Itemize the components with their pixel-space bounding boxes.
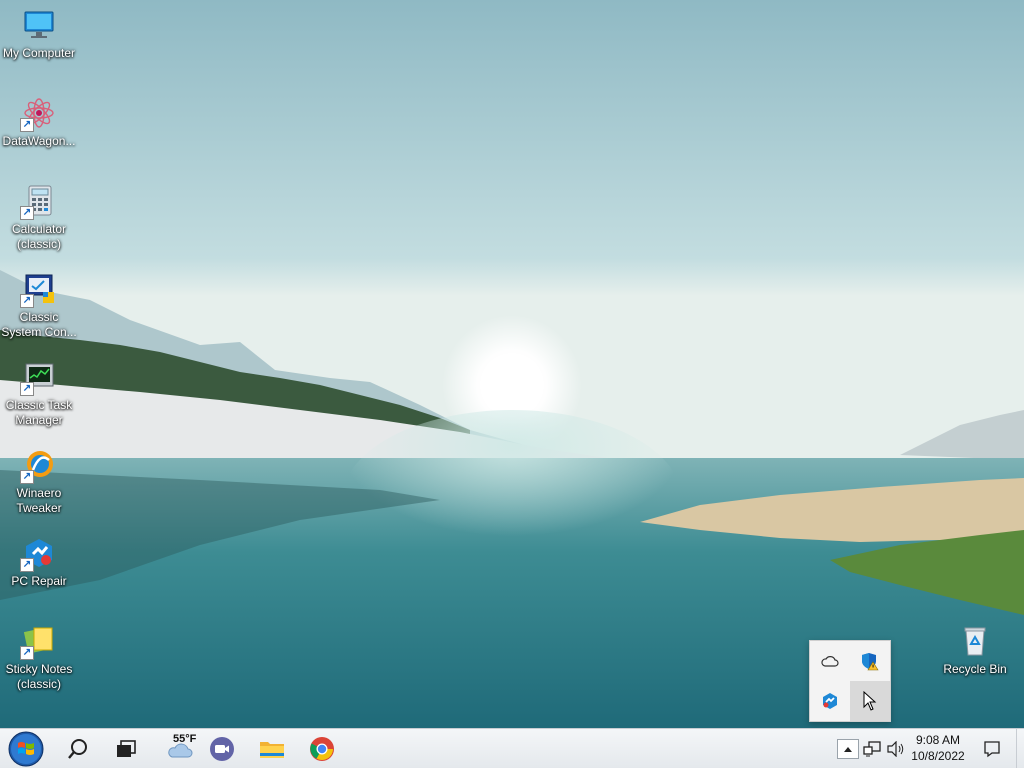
tray-item-hovered-slot[interactable] — [850, 681, 890, 721]
tray-overflow-popup — [809, 640, 891, 722]
shortcut-arrow-icon: ↗ — [20, 294, 34, 308]
start-button[interactable] — [2, 729, 50, 768]
shortcut-arrow-icon: ↗ — [20, 646, 34, 660]
tray-item-repair-app[interactable] — [810, 681, 850, 721]
search-icon — [68, 739, 87, 759]
desktop-icon-task-manager[interactable]: ↗ Classic Task Manager — [0, 360, 78, 428]
taskbar: 55°F 9:08 AM 10/8/2022 — [0, 728, 1024, 768]
taskbar-app-file-explorer[interactable] — [248, 729, 296, 768]
search-button[interactable] — [54, 729, 102, 768]
task-view-button[interactable] — [102, 729, 150, 768]
notification-icon — [984, 741, 1000, 758]
desktop-icon-recycle-bin[interactable]: Recycle Bin — [936, 624, 1014, 677]
desktop-icon-system-config[interactable]: ↗ Classic System Con... — [0, 272, 78, 340]
desktop-icon-winaero-tweaker[interactable]: ↗ Winaero Tweaker — [0, 448, 78, 516]
chrome-icon — [310, 737, 334, 761]
desktop-icon-sticky-notes[interactable]: ↗ Sticky Notes (classic) — [0, 624, 78, 692]
desktop-icon-label: Sticky Notes (classic) — [5, 662, 73, 691]
repair-app-icon — [823, 693, 837, 709]
clock-date: 10/8/2022 — [911, 749, 965, 763]
desktop-icon-label: My Computer — [2, 46, 76, 60]
desktop-icon-label: Classic System Con... — [1, 310, 77, 339]
task-view-icon — [117, 740, 136, 757]
recycle-bin-icon — [958, 624, 992, 658]
volume-icon — [887, 741, 904, 757]
chevron-up-icon — [844, 746, 852, 752]
desktop-icon-calculator[interactable]: ↗ Calculator (classic) — [0, 184, 78, 252]
video-meeting-icon — [210, 737, 234, 761]
desktop-icon-label: Calculator (classic) — [11, 222, 67, 251]
tray-volume[interactable] — [884, 729, 908, 768]
show-desktop-button[interactable] — [1016, 729, 1024, 768]
tray-item-security[interactable] — [850, 641, 890, 681]
desktop-icon-datawagon[interactable]: ↗ DataWagon... — [0, 96, 78, 149]
calculator-icon: ↗ — [20, 184, 56, 220]
taskbar-app-meeting[interactable] — [198, 729, 246, 768]
tray-clock[interactable]: 9:08 AM 10/8/2022 — [908, 732, 968, 764]
winaero-tweaker-icon: ↗ — [20, 448, 56, 484]
shortcut-arrow-icon: ↗ — [20, 206, 34, 220]
desktop-icon-label: PC Repair — [11, 574, 67, 588]
shortcut-arrow-icon: ↗ — [20, 558, 34, 572]
desktop-icon-label: Recycle Bin — [943, 662, 1007, 676]
onedrive-cloud-icon — [821, 656, 839, 667]
sticky-notes-icon: ↗ — [20, 624, 56, 660]
network-icon — [863, 741, 881, 757]
desktop-icon-label: Winaero Tweaker — [16, 486, 62, 515]
pc-repair-icon: ↗ — [20, 536, 56, 572]
shortcut-arrow-icon: ↗ — [20, 118, 34, 132]
mouse-cursor-icon — [863, 691, 877, 711]
file-explorer-icon — [260, 742, 284, 758]
action-center-button[interactable] — [976, 729, 1008, 768]
desktop-icon-my-computer[interactable]: My Computer — [0, 8, 78, 61]
desktop-icon-pc-repair[interactable]: ↗ PC Repair — [0, 536, 78, 589]
tray-item-onedrive[interactable] — [810, 641, 850, 681]
weather-temperature: 55°F — [173, 733, 197, 745]
tray-network[interactable] — [860, 729, 884, 768]
task-manager-icon: ↗ — [20, 360, 56, 396]
monitor-icon — [22, 8, 56, 42]
taskbar-app-chrome[interactable] — [298, 729, 346, 768]
desktop-icon-label: DataWagon... — [2, 134, 76, 148]
shortcut-arrow-icon: ↗ — [20, 382, 34, 396]
clock-time: 9:08 AM — [915, 733, 961, 747]
start-orb-icon — [8, 731, 44, 767]
desktop-wallpaper — [0, 0, 1024, 728]
tray-overflow-button[interactable] — [836, 729, 860, 768]
system-config-icon: ↗ — [20, 272, 56, 308]
shortcut-arrow-icon: ↗ — [20, 470, 34, 484]
datawagon-flower-icon: ↗ — [20, 96, 56, 132]
desktop-icon-label: Classic Task Manager — [5, 398, 73, 427]
security-warning-shield-icon — [862, 653, 879, 671]
